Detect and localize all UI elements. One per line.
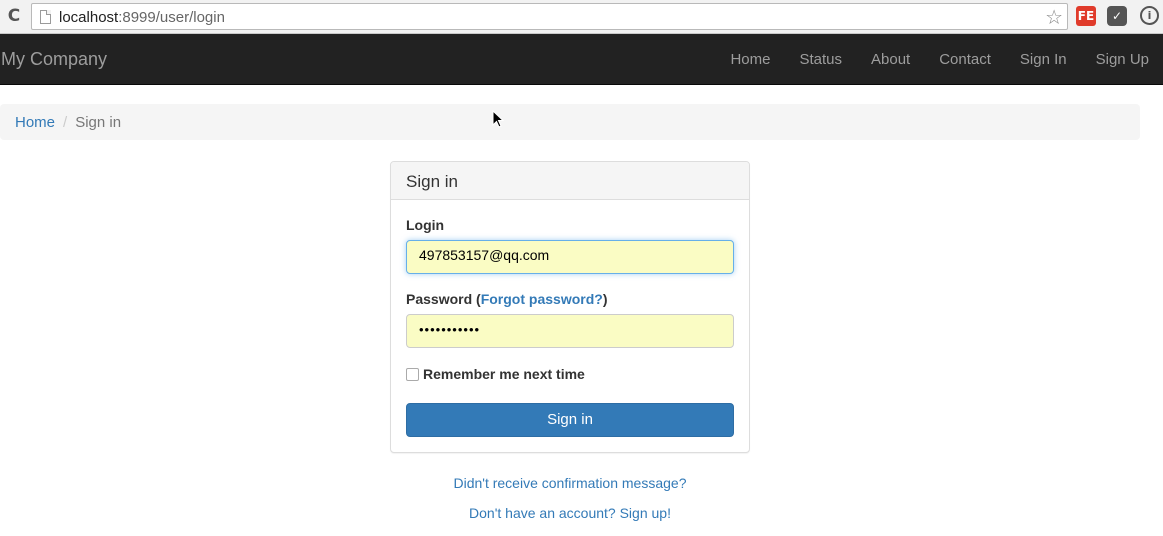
password-label: Password (Forgot password?) [406, 291, 608, 307]
nav-item-home[interactable]: Home [730, 51, 770, 68]
breadcrumb-current: Sign in [75, 114, 122, 131]
nav-item-about[interactable]: About [871, 51, 910, 68]
page-icon [40, 10, 51, 24]
password-label-text: Password ( [406, 291, 481, 307]
sign-up-link[interactable]: Don't have an account? Sign up! [390, 505, 750, 521]
url-text[interactable]: localhost:8999/user/login [59, 9, 225, 26]
remember-me-checkbox[interactable] [406, 367, 419, 381]
remember-me-label[interactable]: Remember me next time [423, 366, 585, 382]
sign-in-button[interactable]: Sign in [406, 403, 734, 437]
breadcrumb-separator: / [63, 114, 68, 131]
url-path: :8999/user/login [118, 9, 225, 26]
login-label: Login [406, 217, 445, 233]
forgot-password-link[interactable]: Forgot password? [481, 291, 603, 307]
navbar: My Company Home Status About Contact Sig… [0, 34, 1163, 85]
nav-item-sign-up[interactable]: Sign Up [1096, 51, 1149, 68]
breadcrumb-home[interactable]: Home [15, 114, 55, 131]
remember-me-row: Remember me next time [406, 366, 585, 382]
nav-item-status[interactable]: Status [799, 51, 842, 68]
reload-icon[interactable]: C [5, 7, 23, 25]
login-input[interactable]: 497853157@qq.com [406, 240, 734, 274]
password-label-close: ) [602, 291, 608, 307]
panel-title: Sign in [391, 162, 749, 200]
password-input[interactable]: ••••••••••• [406, 314, 734, 348]
brand-link[interactable]: My Company [1, 49, 107, 70]
sign-in-panel: Sign in Login 497853157@qq.com Password … [390, 161, 750, 453]
nav-item-sign-in[interactable]: Sign In [1020, 51, 1067, 68]
address-bar[interactable]: localhost:8999/user/login ☆ [31, 3, 1068, 30]
url-host: localhost [59, 9, 119, 26]
resend-confirmation-link[interactable]: Didn't receive confirmation message? [390, 475, 750, 491]
browser-toolbar: C localhost:8999/user/login ☆ FE ✓ i [0, 0, 1163, 34]
pocket-extension-icon[interactable]: ✓ [1107, 6, 1127, 26]
nav-item-contact[interactable]: Contact [939, 51, 991, 68]
nav-menu: Home Status About Contact Sign In Sign U… [701, 51, 1149, 68]
fe-extension-icon[interactable]: FE [1076, 6, 1096, 26]
star-icon[interactable]: ☆ [1045, 5, 1063, 29]
breadcrumb: Home / Sign in [0, 104, 1140, 140]
info-icon[interactable]: i [1140, 6, 1159, 25]
